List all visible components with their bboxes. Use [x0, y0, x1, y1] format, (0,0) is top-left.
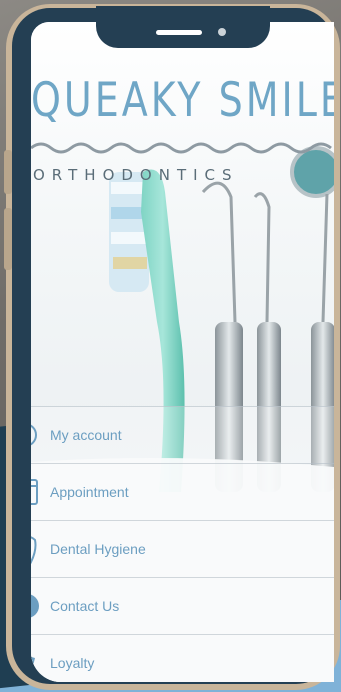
front-camera [218, 28, 226, 36]
menu-label-dental-hygiene: Dental Hygiene [50, 541, 146, 557]
phone-icon [31, 594, 39, 618]
speaker-grille [156, 30, 202, 35]
calendar-icon [31, 479, 38, 505]
user-circle-icon [31, 424, 37, 446]
menu-label-my-account: My account [50, 427, 122, 443]
volume-up-button [4, 150, 12, 194]
menu-label-loyalty: Loyalty [50, 655, 95, 671]
background-photo: QUEAKY SMILES ORTHODONTICS My account Ap… [31, 22, 334, 682]
menu-item-contact-us[interactable]: Contact Us [31, 577, 334, 634]
main-menu: My account Appointment Dental Hygiene Co… [31, 406, 334, 682]
phone-screen: QUEAKY SMILES ORTHODONTICS My account Ap… [31, 22, 334, 682]
menu-label-contact-us: Contact Us [50, 598, 120, 614]
tooth-icon [31, 536, 37, 564]
brand-subtitle: ORTHODONTICS [33, 166, 239, 184]
menu-label-appointment: Appointment [50, 484, 129, 500]
badge-icon [31, 656, 35, 674]
phone-notch [96, 6, 270, 48]
volume-down-button [4, 208, 12, 270]
menu-item-loyalty[interactable]: Loyalty [31, 634, 334, 682]
menu-item-dental-hygiene[interactable]: Dental Hygiene [31, 520, 334, 577]
wave-divider [31, 142, 332, 154]
brand-title: QUEAKY SMILES [31, 72, 334, 127]
menu-item-appointment[interactable]: Appointment [31, 463, 334, 520]
menu-item-my-account[interactable]: My account [31, 406, 334, 463]
